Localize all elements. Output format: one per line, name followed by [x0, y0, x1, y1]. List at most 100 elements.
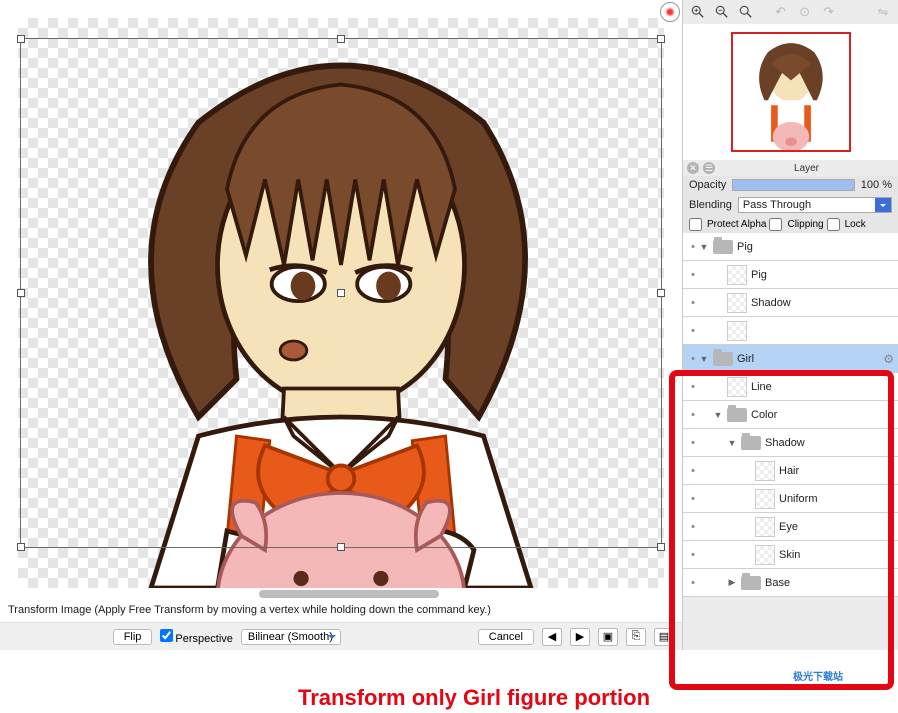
layer-name: Color [751, 409, 894, 421]
interpolation-select[interactable]: Bilinear (Smooth) [241, 629, 341, 645]
opacity-slider[interactable] [732, 179, 855, 191]
layer-pig-layer[interactable]: • Pig [683, 261, 898, 289]
canvas-viewport[interactable] [0, 0, 682, 598]
status-bar: Transform Image (Apply Free Transform by… [0, 598, 682, 622]
rotate-right-icon[interactable]: ↷ [818, 2, 840, 22]
layer-shadow2[interactable]: •▼Shadow [683, 429, 898, 457]
visibility-dot[interactable]: • [687, 521, 699, 533]
layer-shadow1[interactable]: • Shadow [683, 289, 898, 317]
layer-thumb-icon [727, 321, 747, 341]
zoom-in-icon[interactable] [687, 2, 709, 22]
page-nav-4[interactable]: ⎘ [626, 628, 646, 646]
navigator-toolbar: ↶ ⊙ ↷ ⇋ [683, 0, 898, 24]
rotate-left-icon[interactable]: ↶ [770, 2, 792, 22]
opacity-row: Opacity 100 % [683, 176, 898, 194]
flip-button[interactable]: Flip [113, 629, 153, 645]
zoom-out-icon[interactable] [711, 2, 733, 22]
clipping-checkbox[interactable] [769, 218, 782, 231]
perspective-checkbox[interactable] [160, 629, 173, 642]
blending-label: Blending [689, 199, 732, 211]
visibility-dot[interactable]: • [687, 577, 699, 589]
layer-panel-header: ✕ ☰ Layer [683, 160, 898, 176]
handle-top-left[interactable] [17, 35, 25, 43]
close-panel-icon[interactable]: ✕ [687, 162, 699, 174]
visibility-dot[interactable]: • [687, 297, 699, 309]
perspective-checkbox-label[interactable]: Perspective [160, 629, 232, 645]
layer-eye[interactable]: • Eye [683, 513, 898, 541]
expand-arrow[interactable]: ▼ [713, 410, 723, 420]
visibility-dot[interactable]: • [687, 437, 699, 449]
visibility-dot[interactable]: • [687, 409, 699, 421]
layer-name: Pig [737, 241, 894, 253]
layer-thumb-icon [755, 517, 775, 537]
visibility-dot[interactable]: • [687, 493, 699, 505]
page-nav-2[interactable]: ▶ [570, 628, 590, 646]
folder-icon [741, 576, 761, 590]
layer-name: Line [751, 381, 894, 393]
layer-thumb-icon [755, 461, 775, 481]
zoom-fit-icon[interactable] [735, 2, 757, 22]
layer-flags-row: Protect Alpha Clipping Lock [683, 216, 898, 233]
flip-h-icon[interactable]: ⇋ [872, 2, 894, 22]
document-indicator-icon [660, 2, 680, 22]
handle-bottom-center[interactable] [337, 543, 345, 551]
clipping-label: Clipping [787, 219, 823, 230]
handle-bottom-left[interactable] [17, 543, 25, 551]
layer-line[interactable]: • Line [683, 373, 898, 401]
layer-thumb-icon [727, 265, 747, 285]
layer-name: Shadow [751, 297, 894, 309]
visibility-dot[interactable]: • [687, 549, 699, 561]
layer-name: Eye [779, 521, 894, 533]
side-panel: ↶ ⊙ ↷ ⇋ ✕ ☰ Layer [682, 0, 898, 650]
gear-icon[interactable]: ⚙ [883, 352, 894, 366]
layer-name: Girl [737, 353, 883, 365]
folder-icon [741, 436, 761, 450]
navigator-thumbnail[interactable] [683, 24, 898, 160]
layer-skin[interactable]: • Skin [683, 541, 898, 569]
transform-options-bar: Flip Perspective Bilinear (Smooth) Cance… [0, 622, 682, 650]
page-nav-1[interactable]: ◀ [542, 628, 562, 646]
rotate-reset-icon[interactable]: ⊙ [794, 2, 816, 22]
page-nav-3[interactable]: ▣ [598, 628, 618, 646]
visibility-dot[interactable]: • [687, 241, 699, 253]
handle-top-right[interactable] [657, 35, 665, 43]
layer-name: Pig [751, 269, 894, 281]
layer-thumb-icon [727, 293, 747, 313]
cancel-button[interactable]: Cancel [478, 629, 534, 645]
layer-pig-folder[interactable]: •▼ Pig [683, 233, 898, 261]
blending-select[interactable]: Pass Through [738, 197, 892, 213]
watermark-logo: 极光下载站 [793, 668, 843, 683]
transform-bounding-box[interactable] [20, 38, 662, 548]
panel-options-icon[interactable]: ☰ [703, 162, 715, 174]
visibility-dot[interactable]: • [687, 325, 699, 337]
lock-checkbox[interactable] [827, 218, 840, 231]
visibility-dot[interactable]: • [687, 381, 699, 393]
lock-label: Lock [845, 219, 866, 230]
layer-base[interactable]: •▶Base [683, 569, 898, 597]
expand-arrow[interactable]: ▼ [727, 438, 737, 448]
expand-arrow[interactable]: ▼ [699, 242, 709, 252]
layer-girl-folder[interactable]: •▼ Girl⚙ [683, 345, 898, 373]
handle-top-center[interactable] [337, 35, 345, 43]
visibility-dot[interactable]: • [687, 353, 699, 365]
visibility-dot[interactable]: • [687, 269, 699, 281]
layer-hair[interactable]: •Hair [683, 457, 898, 485]
handle-center[interactable] [337, 289, 345, 297]
folder-icon [713, 240, 733, 254]
handle-mid-right[interactable] [657, 289, 665, 297]
layers-list[interactable]: •▼Pig•Pig•Shadow••▼Girl⚙•Line•▼Color•▼Sh… [683, 233, 898, 650]
page-nav-5[interactable]: ▤ [654, 628, 674, 646]
layer-name: Skin [779, 549, 894, 561]
handle-bottom-right[interactable] [657, 543, 665, 551]
expand-arrow[interactable]: ▼ [699, 354, 709, 364]
panel-title: Layer [719, 163, 894, 174]
handle-mid-left[interactable] [17, 289, 25, 297]
horizontal-scrollbar[interactable] [259, 590, 439, 598]
layer-thumb-icon [755, 545, 775, 565]
visibility-dot[interactable]: • [687, 465, 699, 477]
layer-uniform[interactable]: •Uniform [683, 485, 898, 513]
layer-clip1[interactable]: • [683, 317, 898, 345]
protect-alpha-checkbox[interactable] [689, 218, 702, 231]
expand-arrow[interactable]: ▶ [727, 577, 737, 588]
layer-color[interactable]: • ▼ Color [683, 401, 898, 429]
